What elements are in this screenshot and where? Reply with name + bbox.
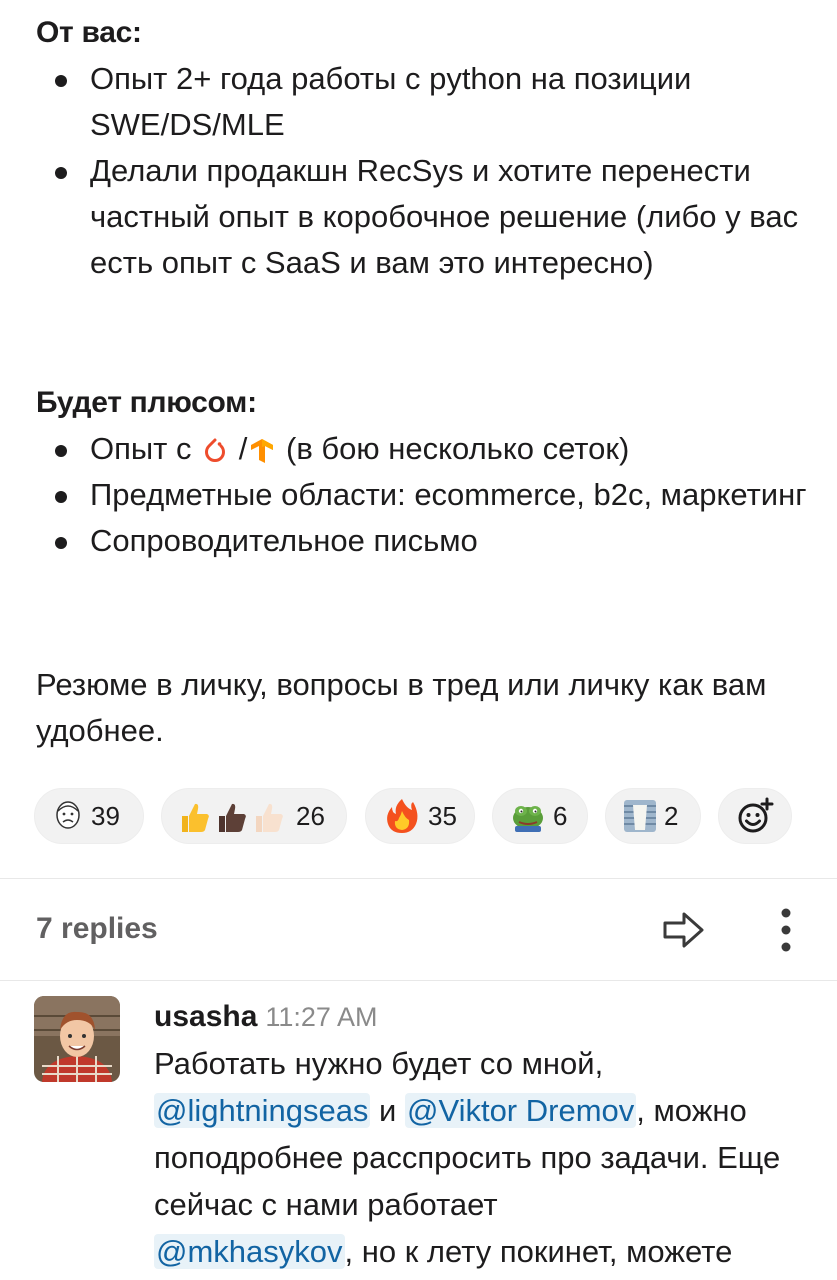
more-vertical-icon[interactable] xyxy=(776,906,796,959)
requirements-list: Опыт 2+ года работы с python на позиции … xyxy=(36,56,816,286)
bonus-section: Будет плюсом: Опыт с / (в бою несколько … xyxy=(36,380,807,564)
closing-text: Резюме в личку, вопросы в тред или личку… xyxy=(36,667,767,748)
bonus-list: Опыт с / (в бою несколько сеток) Предмет… xyxy=(36,426,807,564)
milk-glass-icon xyxy=(622,798,658,834)
reaction-count: 35 xyxy=(428,800,457,831)
list-item: Опыт с / (в бою несколько сеток) xyxy=(36,426,807,472)
item-text: / xyxy=(238,431,248,466)
bonus-heading: Будет плюсом: xyxy=(36,386,257,419)
avatar[interactable] xyxy=(34,996,120,1082)
fire-icon xyxy=(382,796,422,836)
pepe-frog-icon xyxy=(509,798,547,834)
reaction-count: 26 xyxy=(296,800,325,831)
reaction-thumbs-up[interactable]: 26 xyxy=(161,788,347,844)
list-item: Предметные области: ecommerce, b2c, марк… xyxy=(36,472,807,518)
reaction-fire[interactable]: 35 xyxy=(365,788,475,844)
replies-count[interactable]: 7 replies xyxy=(36,912,158,946)
meme-face-icon xyxy=(51,799,85,833)
share-arrow-icon[interactable] xyxy=(662,908,706,957)
list-item: Опыт 2+ года работы с python на позиции … xyxy=(36,56,816,148)
reply-text: Работать нужно будет со мной, @lightnings… xyxy=(154,1040,814,1275)
reply-text-part: , но к лету покинет, можете xyxy=(344,1234,733,1269)
divider xyxy=(0,980,837,981)
pytorch-icon xyxy=(200,433,230,463)
add-reaction-icon xyxy=(735,796,775,836)
timestamp[interactable]: 11:27 AM xyxy=(265,1002,377,1032)
reaction-milk[interactable]: 2 xyxy=(605,788,701,844)
reply-text-part: и xyxy=(370,1093,405,1128)
requirements-heading: От вас: xyxy=(36,16,142,49)
reaction-count: 2 xyxy=(664,800,679,831)
mention-link[interactable]: @Viktor Dremov xyxy=(404,1093,637,1128)
list-item: Делали продакшн RecSys и хотите перенест… xyxy=(36,148,816,286)
add-reaction-button[interactable] xyxy=(718,788,792,844)
reply-text-part: Работать нужно будет со мной, xyxy=(154,1046,604,1081)
requirements-section: От вас: Опыт 2+ года работы с python на … xyxy=(36,10,816,286)
reaction-count: 6 xyxy=(553,800,568,831)
thumbs-up-icon xyxy=(178,798,290,834)
reaction-pepe[interactable]: 6 xyxy=(492,788,588,844)
reactions-bar: 39 26 35 6 2 xyxy=(34,788,824,848)
list-item: Сопроводительное письмо xyxy=(36,518,807,564)
divider xyxy=(0,878,837,879)
reaction-count: 39 xyxy=(91,800,120,831)
item-text: (в бою несколько сеток) xyxy=(286,431,630,466)
item-text: Опыт с xyxy=(90,431,192,466)
author-line: usasha 11:27 AM xyxy=(154,996,814,1038)
mention-link[interactable]: @lightningseas xyxy=(154,1093,371,1128)
reaction-meme-face[interactable]: 39 xyxy=(34,788,144,844)
tensorflow-icon xyxy=(247,433,277,463)
mention-link[interactable]: @mkhasykov xyxy=(154,1234,345,1269)
author-name[interactable]: usasha xyxy=(154,1000,257,1033)
thread-bar: 7 replies xyxy=(0,880,837,980)
reply-body: usasha 11:27 AM Работать нужно будет со м… xyxy=(154,996,814,1275)
